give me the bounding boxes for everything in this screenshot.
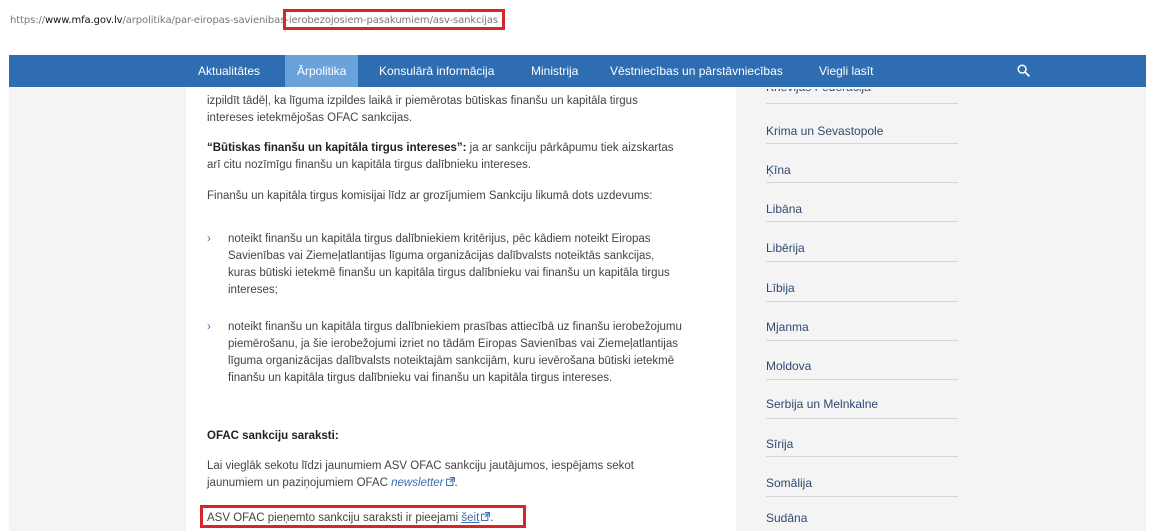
nav-item-arpolitika[interactable]: Ārpolitika	[285, 55, 359, 87]
sidebar-divider	[766, 496, 958, 497]
nav-item-aktualitates[interactable]: Aktualitātes	[198, 55, 260, 87]
sidebar-divider	[766, 182, 958, 183]
intro-line-2: intereses ietekmējošas OFAC sankcijas.	[207, 112, 413, 124]
bullet-2-line-2: piemērošanu, ja šie ierobežojumi izriet …	[228, 338, 678, 350]
sidebar-item-liberija[interactable]: Libērija	[766, 241, 805, 255]
newsletter-link[interactable]: newsletter	[391, 477, 443, 489]
definition-line-1: “Būtiskas finanšu un kapitāla tirgus int…	[207, 142, 674, 154]
bullet-marker: ›	[207, 321, 211, 333]
sidebar-divider	[766, 379, 958, 380]
sidebar-item-libana[interactable]: Libāna	[766, 202, 802, 216]
bullet-2-line-4: finanšu un kapitāla tirgus dalībnieku va…	[228, 372, 613, 384]
url-highlight-box	[283, 9, 505, 30]
follow-line-2: jaunumiem un paziņojumiem OFAC newslette…	[207, 477, 458, 489]
nav-item-ministrija[interactable]: Ministrija	[531, 55, 578, 87]
follow-line-1: Lai vieglāk sekotu līdzi jaunumiem ASV O…	[207, 460, 634, 472]
ofac-lists-heading: OFAC sankciju saraksti:	[207, 430, 339, 442]
bullet-1-line-2: Savienības vai Ziemeļatlantijas līguma o…	[228, 250, 655, 262]
sidebar-item-sudana[interactable]: Sudāna	[766, 511, 807, 525]
sidebar-divider	[766, 221, 958, 222]
sidebar-divider	[766, 261, 958, 262]
address-bar[interactable]: https://www.mfa.gov.lv/arpolitika/par-ei…	[0, 0, 1155, 34]
external-link-icon	[445, 477, 455, 486]
sidebar-item-kina[interactable]: Ķīna	[766, 163, 791, 177]
sidebar-divider	[766, 340, 958, 341]
sidebar-divider	[766, 456, 958, 457]
sidebar-item-libija[interactable]: Lībija	[766, 281, 795, 295]
bullet-2-line-3: līguma organizācijas dalībvalsts noteikt…	[228, 355, 675, 367]
nav-item-vestniecibas[interactable]: Vēstniecības un pārstāvniecības	[610, 55, 783, 87]
sidebar-item-mjanma[interactable]: Mjanma	[766, 320, 809, 334]
sidebar-divider	[766, 103, 958, 104]
sidebar-item-krima[interactable]: Krima un Sevastopole	[766, 124, 883, 138]
sidebar-divider	[766, 418, 958, 419]
bullet-1-line-1: noteikt finanšu un kapitāla tirgus dalīb…	[228, 233, 651, 245]
bullet-marker: ›	[207, 233, 211, 245]
sidebar-item-sirija[interactable]: Sīrija	[766, 437, 793, 451]
sidebar-item-moldova[interactable]: Moldova	[766, 359, 811, 373]
nav-item-konsulara-informacija[interactable]: Konsulārā informācija	[379, 55, 494, 87]
sidebar	[736, 87, 968, 531]
bullet-2-line-1: noteikt finanšu un kapitāla tirgus dalīb…	[228, 321, 682, 333]
definition-term: “Būtiskas finanšu un kapitāla tirgus int…	[207, 142, 467, 154]
sidebar-item-somalija[interactable]: Somālija	[766, 476, 812, 490]
sidebar-divider	[766, 143, 958, 144]
sidebar-item-serbija[interactable]: Serbija un Melnkalne	[766, 397, 878, 411]
bullet-1-line-4: intereses;	[228, 284, 278, 296]
task-paragraph: Finanšu un kapitāla tirgus komisijai līd…	[207, 190, 653, 202]
bullet-1-line-3: kuras būtiski ietekmē finanšu un kapitāl…	[228, 267, 670, 279]
intro-line-1: izpildīt tādēļ, ka līguma izpildes laikā…	[207, 95, 638, 107]
sidebar-divider	[766, 301, 958, 302]
search-icon[interactable]	[1017, 64, 1030, 77]
main-nav: Aktualitātes Ārpolitika Konsulārā inform…	[9, 55, 1146, 87]
text-highlight-box	[200, 505, 526, 528]
definition-line-2: arī citu nozīmīgu finanšu un kapitāla ti…	[207, 159, 532, 171]
nav-item-viegli-lasit[interactable]: Viegli lasīt	[819, 55, 873, 87]
